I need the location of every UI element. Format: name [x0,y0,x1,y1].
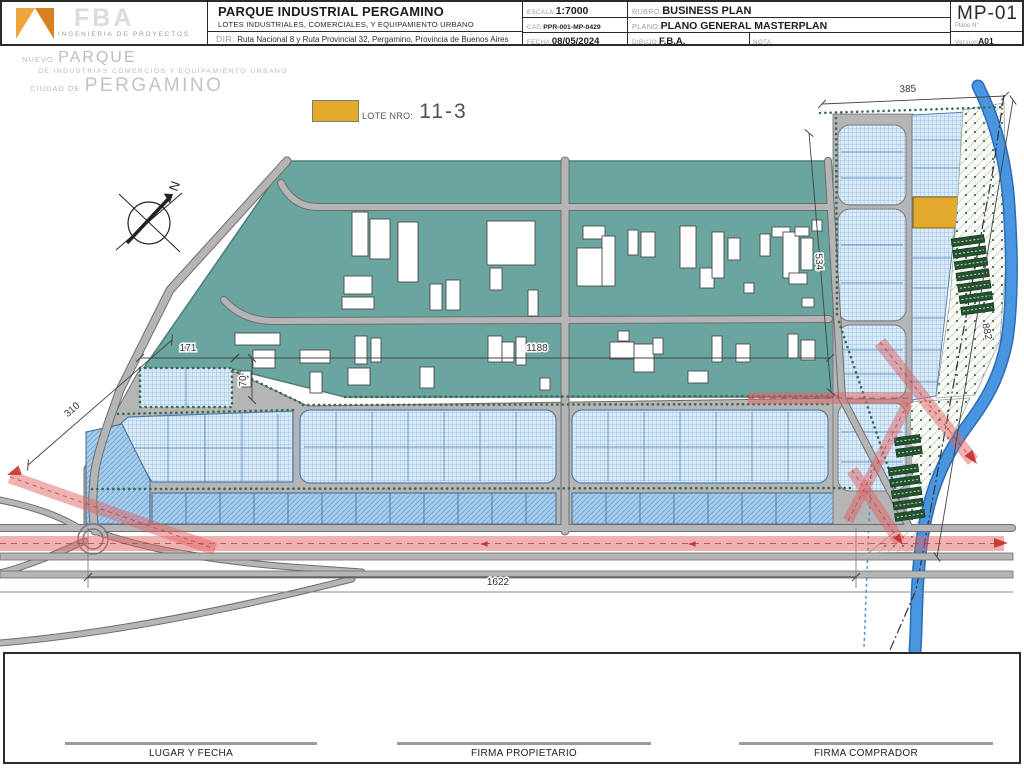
project-address: DIR: Ruta Nacional 8 y Ruta Provincial 3… [216,34,509,44]
svg-text:1188: 1188 [526,343,548,354]
signature-box: LUGAR Y FECHA FIRMA PROPIETARIO FIRMA CO… [3,652,1021,764]
signature-line [65,742,317,745]
signature-field-owner: FIRMA PROPIETARIO [397,742,651,759]
nota-label: NOTA: [753,39,774,46]
project-title: PARQUE INDUSTRIAL PERGAMINO [218,4,444,19]
sheet-number: MP-01 [957,3,1018,24]
svg-text:70: 70 [238,375,249,387]
svg-text:310: 310 [62,400,82,420]
signature-line [739,742,993,745]
title-block: FBA INGENIERIA DE PROYECTOS PARQUE INDUS… [0,0,1024,47]
sheet-number-label: Plano N° [955,23,979,29]
svg-text:171: 171 [180,343,197,354]
north-compass: N [115,179,183,253]
dibujo-value: F.B.A. [658,36,686,47]
title-block-project-cell: PARQUE INDUSTRIAL PERGAMINO LOTES INDUST… [207,2,522,44]
fba-tagline: INGENIERIA DE PROYECTOS [58,31,190,38]
scale-value: 1:7000 [555,5,589,17]
title-block-plan-cell: RUBRO:BUSINESS PLAN PLANO:PLANO GENERAL … [627,2,950,47]
lote-swatch [312,100,359,122]
heading-pergamino: PERGAMINO [84,75,224,96]
title-block-logo-cell: FBA INGENIERIA DE PROYECTOS [2,2,207,44]
svg-text:1622: 1622 [487,577,510,588]
cad-code: PPR-001-MP-0429 [543,24,601,31]
lote-number: 11-3 [419,100,468,123]
heading-nuevo: NUEVO [22,55,54,64]
sheet-heading: NUEVO PARQUE DE INDUSTRIAS COMERCIOS Y E… [22,49,288,97]
version-value: A01 [978,36,994,46]
plano-value: PLANO GENERAL MASTERPLAN [660,20,828,32]
masterplan-sheet: 385 534 882 171 1188 70 310 1622 N NUEVO PARQUE … [0,0,1024,768]
fba-logo-text: FBA [74,4,135,32]
title-block-sheet-cell: MP-01 Plano N° VersionA01 [950,2,1024,46]
heading-line2: DE INDUSTRIAS COMERCIOS Y EQUIPAMIENTO U… [38,68,288,75]
heading-parque: PARQUE [58,49,137,66]
signature-field-buyer: FIRMA COMPRADOR [739,742,993,759]
svg-text:534: 534 [812,253,824,271]
rubro-value: BUSINESS PLAN [662,5,752,17]
lote-label: LOTE NRO: [362,111,414,121]
signature-line [397,742,651,745]
svg-text:385: 385 [899,84,917,96]
compass-north-label: N [166,179,183,193]
title-block-meta-cell: ESCALA:1:7000 CAD:PPR-001-MP-0429 FECHA:… [522,2,627,47]
heading-ciudad: CIUDAD DE [30,84,81,93]
fba-logo-icon [16,8,54,39]
signature-field-place-date: LUGAR Y FECHA [65,742,317,759]
project-subtitle: LOTES INDUSTRIALES, COMERCIALES, Y EQUIP… [218,20,474,29]
date-value: 08/05/2024 [551,36,600,47]
lote-legend: LOTE NRO: 11-3 [312,96,468,123]
